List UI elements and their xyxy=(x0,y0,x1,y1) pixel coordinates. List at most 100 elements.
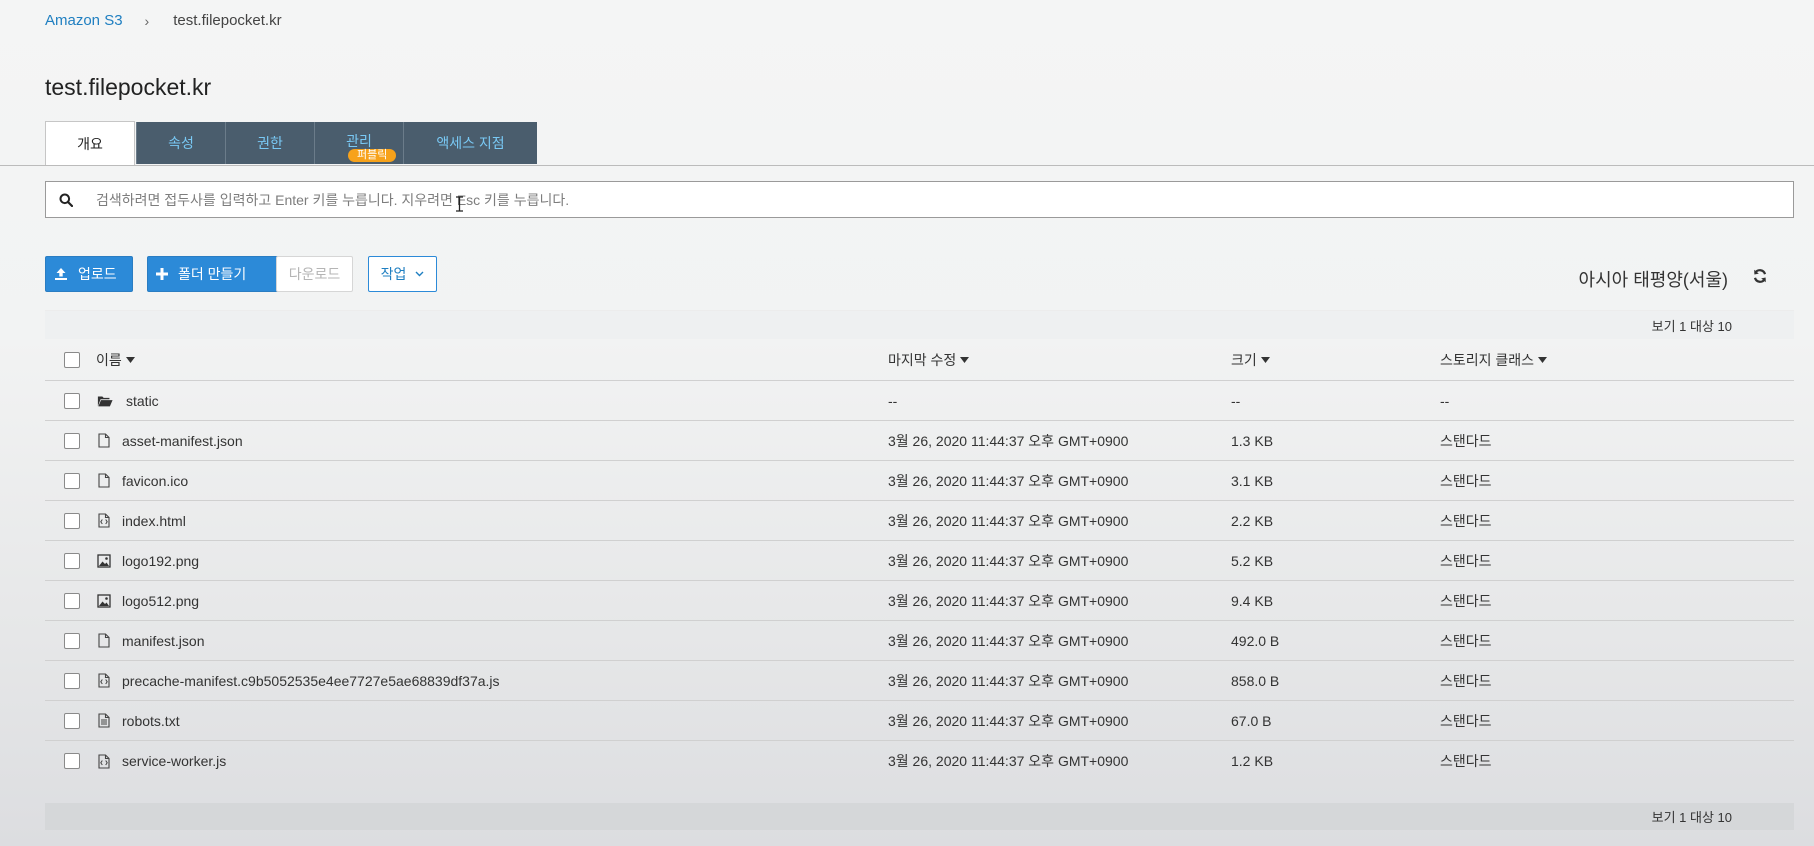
last-modified: 3월 26, 2020 11:44:37 오후 GMT+0900 xyxy=(888,632,1129,649)
upload-icon xyxy=(54,267,68,281)
table-row[interactable]: logo192.png 3월 26, 2020 11:44:37 오후 GMT+… xyxy=(45,541,1794,581)
tab-bar: 개요 속성 권한 관리 퍼블릭 액세스 지점 xyxy=(45,121,537,166)
code-file-icon xyxy=(96,673,112,689)
object-size: 5.2 KB xyxy=(1231,552,1274,569)
table-row[interactable]: precache-manifest.c9b5052535e4ee7727e5ae… xyxy=(45,661,1794,701)
create-folder-button[interactable]: 폴더 만들기 xyxy=(147,256,294,292)
object-name[interactable]: manifest.json xyxy=(122,633,204,649)
object-name[interactable]: precache-manifest.c9b5052535e4ee7727e5ae… xyxy=(122,673,500,689)
row-checkbox[interactable] xyxy=(63,512,80,529)
object-name[interactable]: robots.txt xyxy=(122,713,180,729)
search-icon xyxy=(46,193,86,207)
tab-divider xyxy=(0,165,1814,166)
image-file-icon xyxy=(96,553,112,569)
row-checkbox[interactable] xyxy=(63,672,80,689)
code-file-icon xyxy=(96,513,112,529)
table-row[interactable]: asset-manifest.json 3월 26, 2020 11:44:37… xyxy=(45,421,1794,461)
tab-label: 속성 xyxy=(168,135,194,151)
table-row[interactable]: static -- -- -- xyxy=(45,381,1794,421)
last-modified: -- xyxy=(888,392,898,409)
sort-by-modified[interactable]: 마지막 수정 xyxy=(888,350,970,370)
object-name[interactable]: static xyxy=(126,393,159,409)
object-name[interactable]: service-worker.js xyxy=(122,753,226,769)
object-name[interactable]: asset-manifest.json xyxy=(122,433,243,449)
pagination-text: 보기 1 대상 10 xyxy=(1651,318,1732,334)
breadcrumb-current: test.filepocket.kr xyxy=(173,12,282,29)
column-modified-label: 마지막 수정 xyxy=(888,351,957,368)
row-checkbox[interactable] xyxy=(63,592,80,609)
actions-dropdown[interactable]: 작업 xyxy=(368,256,437,292)
object-size: -- xyxy=(1231,392,1241,409)
row-checkbox[interactable] xyxy=(63,552,80,569)
column-name-label: 이름 xyxy=(96,351,122,368)
table-row[interactable]: service-worker.js 3월 26, 2020 11:44:37 오… xyxy=(45,741,1794,781)
download-label: 다운로드 xyxy=(288,266,341,282)
caret-down-icon xyxy=(125,356,135,363)
download-button[interactable]: 다운로드 xyxy=(276,256,353,292)
storage-class: 스탠다드 xyxy=(1440,432,1492,449)
chevron-down-icon xyxy=(415,271,424,277)
object-name[interactable]: logo192.png xyxy=(122,553,199,569)
column-size-label: 크기 xyxy=(1231,351,1257,368)
table-row[interactable]: index.html 3월 26, 2020 11:44:37 오후 GMT+0… xyxy=(45,501,1794,541)
file-icon xyxy=(96,473,112,489)
select-all-checkbox[interactable] xyxy=(63,351,80,368)
storage-class: -- xyxy=(1440,392,1450,409)
image-file-icon xyxy=(96,593,112,609)
text-cursor-icon xyxy=(456,196,463,212)
sort-by-name[interactable]: 이름 xyxy=(96,350,135,370)
last-modified: 3월 26, 2020 11:44:37 오후 GMT+0900 xyxy=(888,753,1129,769)
row-checkbox[interactable] xyxy=(63,712,80,729)
table-row[interactable]: manifest.json 3월 26, 2020 11:44:37 오후 GM… xyxy=(45,621,1794,661)
actions-label: 작업 xyxy=(380,266,407,282)
row-checkbox[interactable] xyxy=(63,392,80,409)
object-size: 858.0 B xyxy=(1231,672,1280,689)
row-checkbox[interactable] xyxy=(63,753,80,769)
search-input[interactable] xyxy=(86,182,1793,217)
object-name[interactable]: index.html xyxy=(122,513,186,529)
object-size: 67.0 B xyxy=(1231,712,1272,729)
object-size: 2.2 KB xyxy=(1231,512,1274,529)
tab-management[interactable]: 관리 퍼블릭 xyxy=(314,122,403,164)
refresh-icon[interactable] xyxy=(1752,268,1768,289)
text-file-icon xyxy=(96,713,112,729)
upload-button[interactable]: 업로드 xyxy=(45,256,133,292)
breadcrumb-link-amazon-s3[interactable]: Amazon S3 xyxy=(45,12,123,29)
last-modified: 3월 26, 2020 11:44:37 오후 GMT+0900 xyxy=(888,672,1129,689)
storage-class: 스탠다드 xyxy=(1440,592,1492,609)
tab-overview[interactable]: 개요 xyxy=(45,121,135,166)
row-checkbox[interactable] xyxy=(63,432,80,449)
code-file-icon xyxy=(96,753,112,769)
object-size: 1.3 KB xyxy=(1231,432,1274,449)
last-modified: 3월 26, 2020 11:44:37 오후 GMT+0900 xyxy=(888,432,1129,449)
object-name[interactable]: logo512.png xyxy=(122,593,199,609)
breadcrumb: Amazon S3 › test.filepocket.kr xyxy=(45,12,282,29)
tab-label: 권한 xyxy=(257,135,283,151)
column-storage-class-label: 스토리지 클래스 xyxy=(1440,351,1535,368)
tab-access-points[interactable]: 액세스 지점 xyxy=(403,122,537,164)
table-row[interactable]: robots.txt 3월 26, 2020 11:44:37 오후 GMT+0… xyxy=(45,701,1794,741)
table-row[interactable]: favicon.ico 3월 26, 2020 11:44:37 오후 GMT+… xyxy=(45,461,1794,501)
storage-class: 스탠다드 xyxy=(1440,753,1492,769)
caret-down-icon xyxy=(960,356,970,363)
tab-permissions[interactable]: 권한 xyxy=(225,122,314,164)
last-modified: 3월 26, 2020 11:44:37 오후 GMT+0900 xyxy=(888,512,1129,529)
last-modified: 3월 26, 2020 11:44:37 오후 GMT+0900 xyxy=(888,712,1129,729)
tab-properties[interactable]: 속성 xyxy=(136,122,225,164)
sort-by-storage-class[interactable]: 스토리지 클래스 xyxy=(1440,350,1548,370)
last-modified: 3월 26, 2020 11:44:37 오후 GMT+0900 xyxy=(888,552,1129,569)
storage-class: 스탠다드 xyxy=(1440,472,1492,489)
storage-class: 스탠다드 xyxy=(1440,632,1492,649)
row-checkbox[interactable] xyxy=(63,632,80,649)
table-row[interactable]: logo512.png 3월 26, 2020 11:44:37 오후 GMT+… xyxy=(45,581,1794,621)
object-size: 1.2 KB xyxy=(1231,753,1274,769)
create-folder-label: 폴더 만들기 xyxy=(178,266,247,282)
pagination-text: 보기 1 대상 10 xyxy=(1651,810,1732,825)
last-modified: 3월 26, 2020 11:44:37 오후 GMT+0900 xyxy=(888,472,1129,489)
row-checkbox[interactable] xyxy=(63,472,80,489)
sort-by-size[interactable]: 크기 xyxy=(1231,350,1270,370)
table-header: 이름 마지막 수정 크기 스토리지 클래스 xyxy=(45,339,1794,381)
last-modified: 3월 26, 2020 11:44:37 오후 GMT+0900 xyxy=(888,592,1129,609)
object-name[interactable]: favicon.ico xyxy=(122,473,188,489)
object-size: 492.0 B xyxy=(1231,632,1280,649)
